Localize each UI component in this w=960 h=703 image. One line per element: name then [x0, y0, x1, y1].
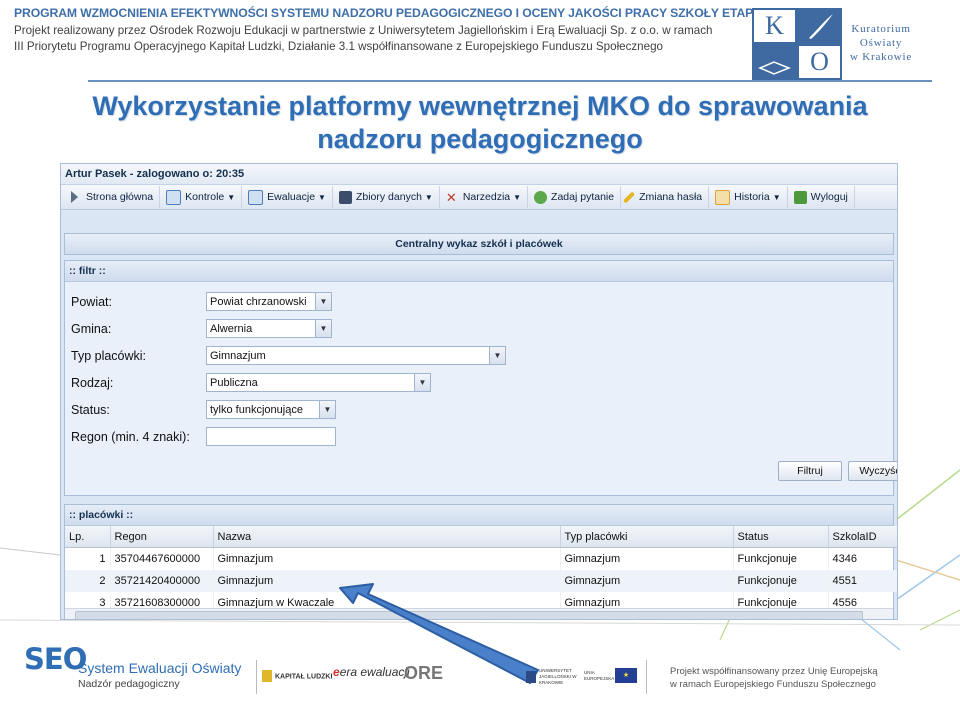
- divider: [646, 660, 647, 694]
- ore-text: ORE: [404, 663, 444, 683]
- ue-logo: UNIA EUROPEJSKA ★: [584, 668, 637, 683]
- era-ewaluacji-logo: eera ewaluacji: [333, 665, 410, 679]
- kapital-ludzki-text: KAPITAŁ LUDZKI: [275, 673, 333, 681]
- era-e-icon: e: [333, 665, 340, 679]
- footer: SEO System Ewaluacji Oświaty Nadzór peda…: [0, 630, 960, 703]
- flag-icon: [262, 670, 272, 682]
- arrow-icon: [339, 583, 539, 684]
- uj-text: UNIWERSYTET JAGIELLOŃSKI W KRAKOWIE: [539, 668, 577, 685]
- ue-text: UNIA EUROPEJSKA: [584, 669, 615, 681]
- cofunded-line-1: Projekt współfinansowany przez Unię Euro…: [670, 666, 878, 677]
- cofunded-line-2: w ramach Europejskiego Funduszu Społeczn…: [670, 679, 876, 690]
- seo-title: System Ewaluacji Oświaty: [78, 660, 242, 676]
- cofunded-text: Projekt współfinansowany przez Unię Euro…: [670, 665, 878, 691]
- ore-logo: ORE: [404, 663, 443, 684]
- uj-logo: UNIWERSYTET JAGIELLOŃSKI W KRAKOWIE: [526, 668, 577, 686]
- eu-flag-icon: ★: [615, 668, 637, 683]
- era-ewaluacji-text: era ewaluacji: [339, 665, 410, 679]
- kapital-ludzki-logo: KAPITAŁ LUDZKI: [262, 670, 332, 682]
- seo-subtitle: Nadzór pedagogiczny: [78, 678, 180, 690]
- crest-icon: [526, 671, 536, 683]
- seo-logo: SEO: [24, 642, 87, 676]
- divider: [256, 660, 257, 694]
